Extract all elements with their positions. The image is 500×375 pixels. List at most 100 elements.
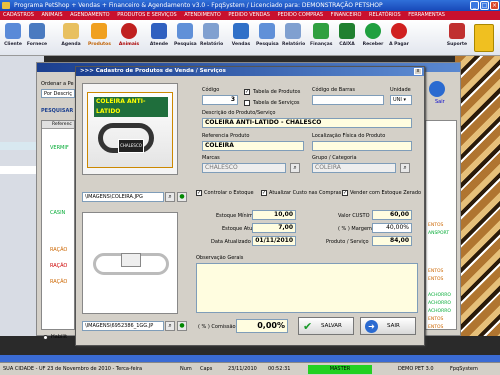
minimize-button[interactable]: _ (470, 1, 479, 10)
money-out-icon (391, 23, 407, 39)
observacao-textarea[interactable] (196, 263, 418, 313)
comissao-field[interactable]: 0,00% (236, 319, 288, 333)
atualizar-custo-checkbox[interactable]: ✓ (261, 190, 267, 196)
sair-button[interactable]: ➜ SAIR (360, 317, 416, 335)
toolbar-vendas-button[interactable]: Vendas (230, 22, 252, 54)
marcas-field[interactable]: CHALESCO (202, 163, 286, 173)
close-button[interactable]: × (490, 1, 499, 10)
toolbar-relatorio2-button[interactable]: Relatório (282, 22, 305, 54)
table-row[interactable]: RAÇÃO (50, 279, 67, 285)
image-brand: CHALESCO (118, 139, 144, 153)
background-tiger-image (455, 56, 500, 336)
menu-pedido-compras[interactable]: PEDIDO COMPRAS (278, 12, 324, 18)
dialog-close-button[interactable]: x (414, 68, 422, 75)
tabela-servicos-checkbox[interactable] (244, 100, 250, 106)
grupo-field[interactable]: COLEIRA (312, 163, 396, 173)
exit-icon[interactable] (474, 24, 494, 52)
produto-servico-label: Produto / Serviço (326, 239, 369, 245)
image1-path-field[interactable]: \IMAGENS\COLEIRA.JPG (82, 192, 164, 202)
money-in-icon (365, 23, 381, 39)
products-table[interactable]: Referenc VERMIF CASIN RAÇÃO RAÇÃO RAÇÃO (41, 120, 75, 330)
table-row[interactable]: RAÇÃO (50, 263, 67, 269)
codigo-barras-field[interactable] (312, 95, 384, 105)
codigo-field[interactable]: 3 (202, 95, 238, 105)
habilit-radio[interactable] (43, 335, 48, 340)
margem-field[interactable]: 40,00% (372, 223, 412, 233)
status-time: 00:52:31 (268, 366, 291, 372)
vender-zerado-label: Vender com Estoque Zerado (350, 190, 422, 196)
localizacao-field[interactable] (312, 141, 412, 151)
status-city-date: SUA CIDADE - UF 23 de Novembro de 2010 -… (3, 366, 143, 372)
toolbar-financas-button[interactable]: Finanças (310, 22, 332, 54)
toolbar-produtos-button[interactable]: Produtos (88, 22, 111, 54)
maximize-button[interactable]: □ (480, 1, 489, 10)
window-title-bar: Programa PetShop + Vendas + Financeiro &… (0, 0, 500, 11)
menu-cadastros[interactable]: CADASTROS (3, 12, 34, 18)
toolbar-receber-button[interactable]: Receber (362, 22, 384, 54)
image2-path-field[interactable]: \IMAGENS\6952386_1GG.JP (82, 321, 164, 331)
toolbar-animais-button[interactable]: Animais (118, 22, 140, 54)
menu-relatorios[interactable]: RELATÓRIOS (369, 12, 401, 18)
calendar-icon (63, 23, 79, 39)
salvar-button[interactable]: ✔ SALVAR (298, 317, 354, 335)
referencia-field[interactable]: COLEIRA (202, 141, 304, 151)
observacao-label: Observação Gerais (196, 255, 244, 261)
toolbar-suporte-button[interactable]: Suporte (446, 22, 468, 54)
toolbar-caixa-button[interactable]: CAIXA (336, 22, 358, 54)
image-add-icon[interactable]: ● (177, 321, 187, 331)
table-header-ref: Referenc (42, 121, 74, 129)
app-icon (2, 2, 10, 9)
toolbar-atende-button[interactable]: Atende (148, 22, 170, 54)
estoque-atual-field[interactable]: 7,00 (252, 223, 296, 233)
vender-zerado-checkbox[interactable]: ✓ (342, 190, 348, 196)
referencia-label: Referencia Produto (202, 133, 250, 139)
menu-animais[interactable]: ANIMAIS (42, 12, 63, 18)
finance-icon (313, 23, 329, 39)
back-sair-label[interactable]: Sair (435, 99, 445, 105)
support-icon (449, 23, 465, 39)
product-register-dialog: >>> Cadastro de Produtos de Venda / Serv… (75, 66, 425, 346)
estoque-minimo-field[interactable]: 10,00 (252, 210, 296, 220)
search-icon[interactable]: ⌕ (400, 163, 410, 173)
image-add-icon[interactable]: ● (177, 192, 187, 202)
table-row[interactable]: CASIN (50, 210, 65, 216)
controlar-estoque-checkbox[interactable]: ✓ (196, 190, 202, 196)
toolbar-cliente-button[interactable]: Cliente (2, 22, 24, 54)
search-icon[interactable]: ⌕ (165, 192, 175, 202)
atualizar-custo-label: Atualizar Custo nas Compras (269, 190, 342, 196)
order-select[interactable]: Por Descriç (41, 89, 75, 98)
status-bar: SUA CIDADE - UF 23 de Novembro de 2010 -… (0, 362, 500, 375)
order-label: Ordenar a Pe (41, 81, 74, 87)
status-num: Num (180, 366, 192, 372)
toolbar-agenda-button[interactable]: Agenda (60, 22, 82, 54)
menu-agendamento[interactable]: AGENDAMENTO (70, 12, 110, 18)
valor-custo-field[interactable]: 60,00 (372, 210, 412, 220)
data-atualizado-field[interactable]: 01/11/2010 (252, 236, 296, 246)
menu-atendimento[interactable]: ATENDIMENTO (184, 12, 221, 18)
tabela-produtos-checkbox[interactable]: ✓ (244, 89, 250, 95)
checkmark-icon: ✔ (303, 320, 313, 333)
search-icon (259, 23, 275, 39)
dialog-title: >>> Cadastro de Produtos de Venda / Serv… (76, 67, 424, 76)
search-icon[interactable]: ⌕ (290, 163, 300, 173)
descricao-field[interactable]: COLEIRA ANTI-LATIDO - CHALESCO (202, 118, 412, 128)
table-row[interactable]: VERMIF (50, 145, 69, 151)
status-caps: Caps (200, 366, 213, 372)
menu-produtos-servicos[interactable]: PRODUTOS E SERVIÇOS (117, 12, 176, 18)
salvar-label: SALVAR (321, 323, 342, 329)
menu-ferramentas[interactable]: FERRAMENTAS (408, 12, 445, 18)
toolbar-apagar-button[interactable]: A Pagar (388, 22, 410, 54)
table-row[interactable]: RAÇÃO (50, 247, 67, 253)
toolbar-fornece-button[interactable]: Fornece (26, 22, 48, 54)
unidade-select[interactable]: UNI ▾ (390, 95, 412, 105)
menu-pedido-vendas[interactable]: PEDIDO VENDAS (228, 12, 270, 18)
toolbar-pesquisa-button[interactable]: Pesquisa (174, 22, 197, 54)
toolbar-pesquisa2-button[interactable]: Pesquisa (256, 22, 279, 54)
report-icon (203, 23, 219, 39)
arrow-right-icon[interactable] (429, 81, 445, 97)
search-label: PESQUISAR (41, 108, 74, 114)
menu-financeiro[interactable]: FINANCEIRO (331, 12, 362, 18)
search-icon[interactable]: ⌕ (165, 321, 175, 331)
produto-servico-field[interactable]: 84,00 (372, 236, 412, 246)
toolbar-relatorio-button[interactable]: Relatório (200, 22, 223, 54)
